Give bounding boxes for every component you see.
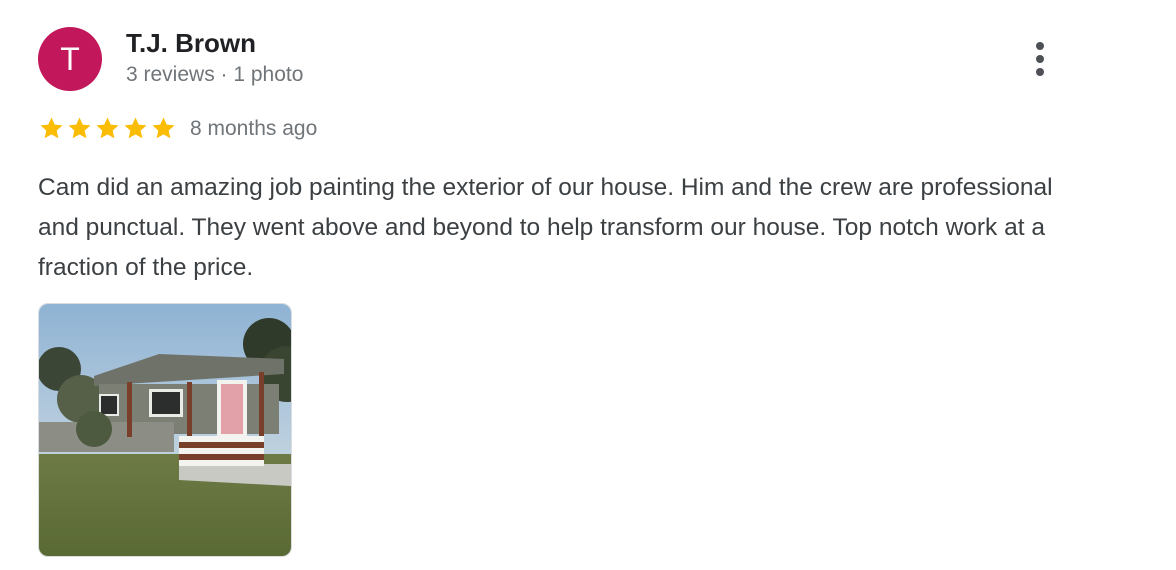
star-icon: [68, 117, 91, 139]
review-text: Cam did an amazing job painting the exte…: [38, 174, 1053, 281]
star-icon: [124, 117, 147, 139]
avatar-initial: T: [60, 40, 80, 77]
star-rating: [38, 115, 177, 142]
review-photo[interactable]: [38, 303, 292, 557]
star-icon: [152, 117, 175, 139]
reviewer-avatar[interactable]: T: [38, 27, 102, 91]
more-options-button[interactable]: [1020, 38, 1060, 80]
more-vert-icon: [1036, 42, 1044, 50]
star-icon: [96, 117, 119, 139]
star-icon: [40, 117, 63, 139]
house-photo-image: [39, 304, 291, 556]
review-time: 8 months ago: [190, 117, 318, 140]
reviewer-meta[interactable]: 3 reviews · 1 photo: [126, 62, 303, 88]
more-vert-icon-dot: [1036, 68, 1044, 76]
more-vert-icon-dot: [1036, 55, 1044, 63]
reviewer-name[interactable]: T.J. Brown: [126, 28, 256, 58]
